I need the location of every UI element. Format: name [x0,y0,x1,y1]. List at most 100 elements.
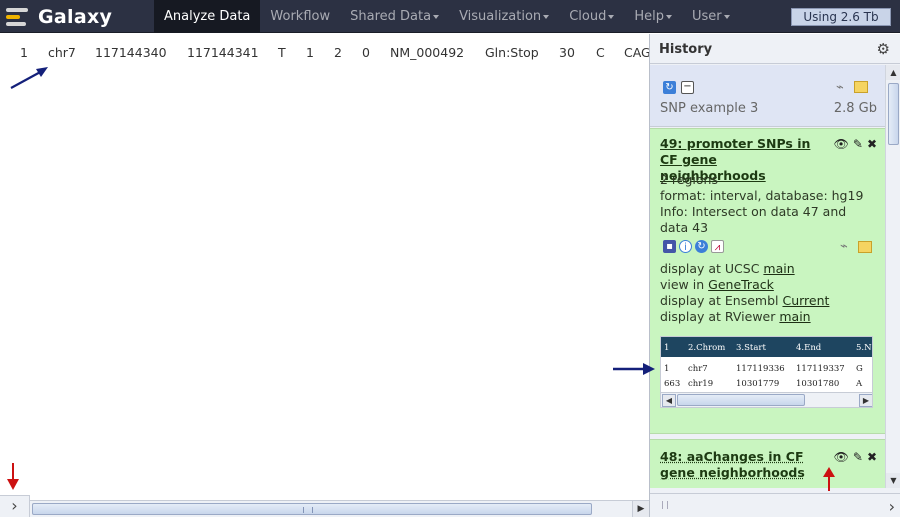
history-title: History [659,42,713,57]
cell: T [278,45,286,60]
tab-workflow[interactable]: Workflow [260,0,340,33]
dataset-item: 49: promoter SNPs in CF gene neighborhoo… [650,128,885,434]
caret-down-icon [543,14,550,19]
info-icon[interactable]: i [679,240,692,253]
scroll-right-button[interactable]: ▶ [632,501,649,517]
refresh-icon[interactable]: ↻ [663,81,676,94]
pencil-icon[interactable]: ✎ [853,450,863,464]
annotation-icon[interactable] [858,241,872,253]
eye-icon[interactable]: 👁 [834,137,849,151]
cell: 30 [559,45,575,60]
tab-label: Help [634,9,664,24]
peek-cell: 10301779 [736,379,780,389]
scroll-left-button[interactable]: ◀ [662,394,676,407]
tab-label: Workflow [270,9,331,24]
peek-col-header: 5.N [856,343,872,353]
history-panel: History ⚙ ↻ − ⌁ SNP example 3 2.8 Gb 49:… [649,34,900,517]
link-prefix: display at UCSC [660,261,764,276]
dataset-title[interactable]: 48: aaChanges in CF gene neighborhoods [660,449,822,481]
history-vertical-scrollbar[interactable]: ▲ ▼ [885,65,900,488]
tab-label: Shared Data [350,9,432,24]
peek-col-header: 1 [664,343,670,353]
visualize-icon[interactable]: ⩘ [711,240,724,253]
cell: 2 [334,45,342,60]
tab-help[interactable]: Help [624,0,682,33]
display-link-genetrack: view in GeneTrack [660,277,774,293]
dataset-tool-icons: ▪ i ↻ ⩘ [663,240,724,253]
chevron-right-icon: › [11,496,18,515]
chevron-right-icon[interactable]: › [889,497,895,516]
quota-meter: Using 2.6 Tb [791,8,891,26]
cell: NM_000492 [390,45,465,60]
peek-header: 1 2.Chrom 3.Start 4.End 5.N [661,337,872,357]
history-footer-bar[interactable]: › [650,493,900,517]
scroll-up-button[interactable]: ▲ [886,65,900,80]
link-prefix: view in [660,277,709,292]
tag-icon[interactable]: ⌁ [836,80,844,95]
tag-icon[interactable]: ⌁ [840,239,848,254]
genetrack-link[interactable]: GeneTrack [708,277,774,292]
cell: 0 [362,45,370,60]
galaxy-logo-icon [6,7,32,27]
tab-analyze-data[interactable]: Analyze Data [154,0,261,33]
history-header: History ⚙ [650,34,900,64]
peek-col-header: 2.Chrom [688,343,726,353]
history-name[interactable]: SNP example 3 [660,101,758,116]
logo-text: Galaxy [38,5,113,28]
link-prefix: display at RViewer [660,309,780,324]
display-link-ensembl: display at Ensembl Current [660,293,829,309]
delete-icon[interactable]: ✖ [867,137,877,151]
tab-label: Visualization [459,9,542,24]
dataset-format: format: interval, database: hg19 [660,188,864,203]
peek-cell: 663 [664,379,681,389]
collapse-icon[interactable]: − [681,81,694,94]
annotation-arrow-icon [7,463,19,490]
scroll-right-button[interactable]: ▶ [859,394,872,407]
tab-cloud[interactable]: Cloud [559,0,624,33]
peek-cell: A [856,379,863,389]
dataset-actions: 👁 ✎ ✖ [834,450,877,464]
dataset-peek: 1 2.Chrom 3.Start 4.End 5.N 1 chr7 11711… [660,336,873,408]
display-link-ucsc: display at UCSC main [660,261,795,277]
dataset-info: Info: Intersect on data 47 and data 43 [660,204,847,235]
annotation-arrow-icon [10,67,48,89]
eye-icon[interactable]: 👁 [834,450,849,464]
drag-handle[interactable] [662,501,668,509]
history-list: ↻ − ⌁ SNP example 3 2.8 Gb 49: promoter … [650,65,885,488]
cell: 117144341 [187,45,259,60]
pencil-icon[interactable]: ✎ [853,137,863,151]
caret-down-icon [723,14,730,19]
delete-icon[interactable]: ✖ [867,450,877,464]
peek-cell: 10301780 [796,379,840,389]
rerun-icon[interactable]: ↻ [695,240,708,253]
display-link-rviewer: display at RViewer main [660,309,811,325]
horizontal-scrollbar[interactable]: ▶ [30,500,649,517]
tab-shared-data[interactable]: Shared Data [340,0,449,33]
ensembl-current-link[interactable]: Current [782,293,829,308]
tab-user[interactable]: User [682,0,740,33]
scrollbar-thumb[interactable] [677,394,805,406]
scroll-down-button[interactable]: ▼ [886,473,900,488]
peek-col-header: 4.End [796,343,822,353]
tab-visualization[interactable]: Visualization [449,0,559,33]
cell: Gln:Stop [485,45,539,60]
history-size: 2.8 Gb [833,101,877,116]
scrollbar-thumb[interactable] [32,503,592,515]
ucsc-main-link[interactable]: main [763,261,794,276]
tab-label: User [691,9,722,24]
save-icon[interactable]: ▪ [663,240,676,253]
galaxy-logo[interactable]: Galaxy [6,0,112,33]
peek-scrollbar[interactable]: ◀ ▶ [661,392,872,407]
masthead: Galaxy Analyze Data Workflow Shared Data… [0,0,900,33]
peek-col-header: 3.Start [736,343,766,353]
gear-icon[interactable]: ⚙ [877,40,890,58]
expand-tool-panel-button[interactable]: › [0,495,30,517]
cell: 117144340 [95,45,167,60]
annotation-icon[interactable] [854,81,868,93]
dataset-item: 48: aaChanges in CF gene neighborhoods 👁… [650,439,885,488]
tab-label: Cloud [569,9,607,24]
scrollbar-thumb[interactable] [888,83,899,145]
cell: 1 [20,45,28,60]
rviewer-main-link[interactable]: main [779,309,810,324]
cell: CAG [624,45,649,60]
